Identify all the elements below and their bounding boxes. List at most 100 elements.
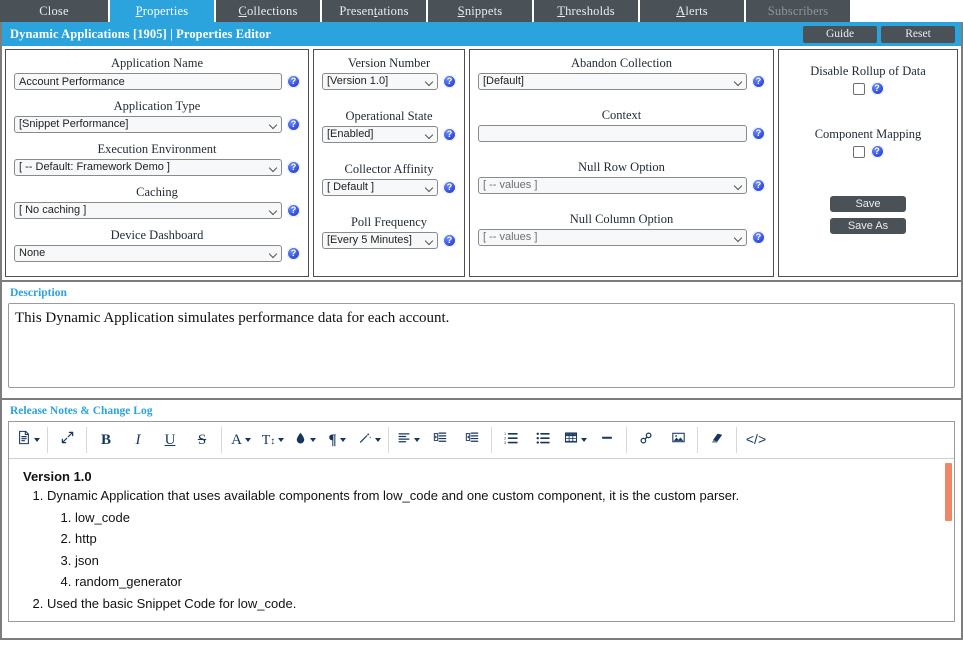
tool-font-size[interactable]: T↕ (257, 427, 289, 453)
abandon-collection-select[interactable]: [Default] (478, 73, 747, 90)
help-icon[interactable]: ? (752, 75, 765, 88)
tool-text-color[interactable] (289, 427, 321, 453)
null-row-option-field: Null Row Option [ -- values ]? (478, 160, 765, 194)
tab-close[interactable]: Close (0, 0, 108, 22)
save-button[interactable]: Save (830, 196, 906, 212)
tool-horizontal-rule[interactable] (591, 427, 623, 453)
tool-ordered-list[interactable]: 123 (495, 427, 527, 453)
table-icon (564, 431, 578, 449)
help-icon[interactable]: ? (752, 231, 765, 244)
help-icon[interactable]: ? (287, 204, 300, 217)
tool-bold[interactable]: B (90, 427, 122, 453)
magic-wand-icon (358, 431, 372, 450)
italic-icon: I (135, 431, 141, 448)
caching-select[interactable]: [ No caching ] (14, 202, 282, 219)
release-note-text: Dynamic Application that uses available … (47, 488, 740, 503)
application-name-label: Application Name (111, 56, 203, 70)
image-icon (671, 431, 686, 449)
context-input[interactable] (478, 125, 747, 142)
tool-styles[interactable] (353, 427, 385, 453)
description-section: Description (0, 282, 963, 400)
description-textarea[interactable] (8, 303, 955, 388)
collector-affinity-select[interactable]: [ Default ] (322, 179, 438, 196)
tab-properties[interactable]: Properties (110, 0, 214, 22)
toolbar-group-7 (698, 427, 737, 453)
tab-snippets[interactable]: Snippets (428, 0, 532, 22)
tab-collections[interactable]: Collections (216, 0, 320, 22)
operational-state-select[interactable]: [Enabled] (322, 126, 438, 143)
context-row: ? (478, 125, 765, 142)
help-icon[interactable]: ? (870, 145, 884, 158)
tool-align[interactable] (392, 427, 424, 453)
execution-environment-row: [ -- Default: Framework Demo ]? (14, 159, 300, 176)
release-note-subitem: low_code (75, 508, 942, 528)
underline-icon: U (164, 431, 176, 448)
help-icon[interactable]: ? (752, 179, 765, 192)
disable-rollup-label: Disable Rollup of Data (810, 64, 926, 78)
null-column-option-field: Null Column Option [ -- values ]? (478, 212, 765, 246)
description-section-title: Description (10, 287, 67, 299)
null-row-option-select[interactable]: [ -- values ] (478, 177, 747, 194)
tool-strikethrough[interactable]: S (186, 427, 218, 453)
null-column-option-row: [ -- values ]? (478, 229, 765, 246)
tab-presentations[interactable]: Presen t ations (322, 0, 426, 22)
editor-content-area[interactable]: Version 1.0 Dynamic Application that use… (9, 459, 954, 621)
tool-font-family[interactable]: A (225, 427, 257, 453)
application-type-select[interactable]: [Snippet Performance] (14, 116, 282, 133)
editor-scrollbar[interactable] (945, 463, 952, 621)
execution-environment-select[interactable]: [ -- Default: Framework Demo ] (14, 159, 282, 176)
tab-thresholds[interactable]: Thresholds (534, 0, 638, 22)
tool-image[interactable] (662, 427, 694, 453)
tool-link[interactable] (630, 427, 662, 453)
version-number-select[interactable]: [Version 1.0] (322, 73, 438, 90)
help-icon[interactable]: ? (443, 128, 456, 141)
chevron-down-icon (413, 438, 420, 442)
application-type-field: Application Type [Snippet Performance]? (14, 99, 300, 133)
editor-scrollbar-thumb[interactable] (945, 463, 952, 521)
tool-outdent[interactable] (424, 427, 456, 453)
help-icon[interactable]: ? (443, 75, 456, 88)
tool-table[interactable] (559, 427, 591, 453)
tool-paragraph[interactable]: ¶ (321, 427, 353, 453)
component-mapping-checkbox[interactable] (852, 145, 865, 158)
tool-fullscreen[interactable] (51, 427, 83, 453)
help-icon[interactable]: ? (443, 181, 456, 194)
tool-eraser[interactable] (701, 427, 733, 453)
help-icon[interactable]: ? (287, 118, 300, 131)
tool-source-code[interactable]: </> (740, 427, 772, 453)
release-notes-heading: Version 1.0 (23, 469, 92, 484)
help-icon[interactable]: ? (287, 75, 300, 88)
help-icon[interactable]: ? (752, 127, 765, 140)
null-column-option-label: Null Column Option (569, 212, 674, 226)
tool-italic[interactable]: I (122, 427, 154, 453)
help-icon[interactable]: ? (870, 82, 884, 95)
release-notes-list: Dynamic Application that uses available … (21, 486, 942, 613)
version-number-label: Version Number (347, 56, 431, 70)
device-dashboard-select[interactable]: None (14, 245, 282, 262)
guide-button[interactable]: Guide (803, 25, 877, 43)
chevron-down-icon (339, 438, 346, 442)
disable-rollup-checkbox[interactable] (852, 82, 865, 95)
poll-frequency-select[interactable]: [Every 5 Minutes] (322, 232, 438, 249)
code-icon: </> (745, 431, 767, 447)
tab-alerts[interactable]: Alerts (640, 0, 744, 22)
tool-underline[interactable]: U (154, 427, 186, 453)
help-icon[interactable]: ? (287, 161, 300, 174)
tool-unordered-list[interactable] (527, 427, 559, 453)
null-column-option-select[interactable]: [ -- values ] (478, 229, 747, 246)
application-name-input[interactable] (14, 73, 282, 90)
release-note-subitem: http (75, 529, 942, 549)
reset-button[interactable]: Reset (881, 25, 955, 43)
device-dashboard-label: Device Dashboard (110, 228, 204, 242)
help-icon[interactable]: ? (287, 247, 300, 260)
save-as-button[interactable]: Save As (830, 218, 906, 234)
application-name-row: ? (14, 73, 300, 90)
tool-indent[interactable] (456, 427, 488, 453)
version-number-row: [Version 1.0]? (322, 73, 456, 90)
bold-icon: B (100, 431, 111, 448)
chevron-down-icon (33, 438, 40, 442)
page-title: Dynamic Applications [1905] | Properties… (10, 26, 272, 41)
tool-document[interactable] (12, 427, 44, 453)
help-icon[interactable]: ? (443, 234, 456, 247)
context-label: Context (601, 108, 642, 122)
